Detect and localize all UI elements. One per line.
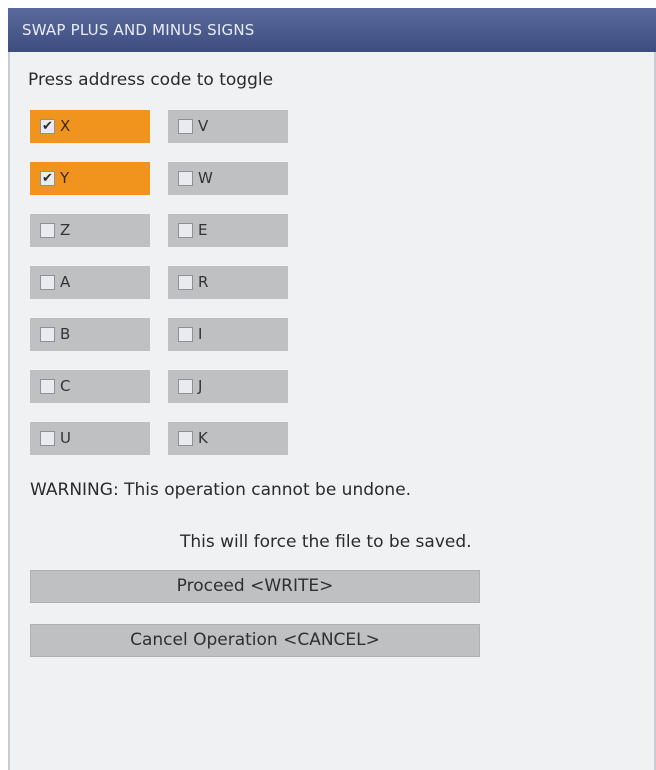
checkbox-icon xyxy=(40,379,55,394)
axis-label: J xyxy=(198,377,203,395)
axis-toggle-c[interactable]: C xyxy=(30,370,150,403)
axis-toggle-w[interactable]: W xyxy=(168,162,288,195)
checkmark-icon: ✔ xyxy=(40,171,55,186)
checkbox-icon xyxy=(178,223,193,238)
checkbox-icon xyxy=(178,171,193,186)
checkbox-icon xyxy=(178,327,193,342)
checkmark-icon: ✔ xyxy=(40,119,55,134)
axis-toggle-v[interactable]: V xyxy=(168,110,288,143)
axis-toggle-y[interactable]: ✔ Y xyxy=(30,162,150,195)
checkbox-icon xyxy=(40,327,55,342)
axis-label: B xyxy=(60,325,71,343)
warning-text: WARNING: This operation cannot be undone… xyxy=(30,480,412,500)
axis-label: I xyxy=(198,325,203,343)
axis-toggle-x[interactable]: ✔ X xyxy=(30,110,150,143)
axis-toggle-r[interactable]: R xyxy=(168,266,288,299)
axis-label: U xyxy=(60,429,71,447)
axis-label: E xyxy=(198,221,208,239)
swap-signs-dialog: SWAP PLUS AND MINUS SIGNS Press address … xyxy=(8,8,656,770)
axis-label: K xyxy=(198,429,208,447)
checkbox-icon xyxy=(178,119,193,134)
axis-label: Z xyxy=(60,221,71,239)
axis-label: A xyxy=(60,273,71,291)
axis-toggle-z[interactable]: Z xyxy=(30,214,150,247)
axis-toggle-k[interactable]: K xyxy=(168,422,288,455)
checkbox-icon xyxy=(40,223,55,238)
axis-label: Y xyxy=(60,169,70,187)
cancel-operation-button[interactable]: Cancel Operation <CANCEL> xyxy=(30,624,480,657)
checkbox-icon xyxy=(40,431,55,446)
dialog-title: SWAP PLUS AND MINUS SIGNS xyxy=(22,21,255,39)
checkbox-icon xyxy=(178,275,193,290)
axis-label: X xyxy=(60,117,71,135)
checkbox-icon xyxy=(178,431,193,446)
title-bar: SWAP PLUS AND MINUS SIGNS xyxy=(8,8,656,52)
axis-toggle-a[interactable]: A xyxy=(30,266,150,299)
axis-toggle-u[interactable]: U xyxy=(30,422,150,455)
axis-toggle-j[interactable]: J xyxy=(168,370,288,403)
axis-label: R xyxy=(198,273,209,291)
axis-toggle-b[interactable]: B xyxy=(30,318,150,351)
axis-toggle-e[interactable]: E xyxy=(168,214,288,247)
toggle-instruction: Press address code to toggle xyxy=(28,70,274,90)
checkbox-icon xyxy=(178,379,193,394)
force-save-note: This will force the file to be saved. xyxy=(180,532,472,552)
proceed-write-button[interactable]: Proceed <WRITE> xyxy=(30,570,480,603)
checkbox-icon xyxy=(40,275,55,290)
axis-toggle-i[interactable]: I xyxy=(168,318,288,351)
axis-label: V xyxy=(198,117,209,135)
axis-label: W xyxy=(198,169,213,187)
axis-label: C xyxy=(60,377,71,395)
